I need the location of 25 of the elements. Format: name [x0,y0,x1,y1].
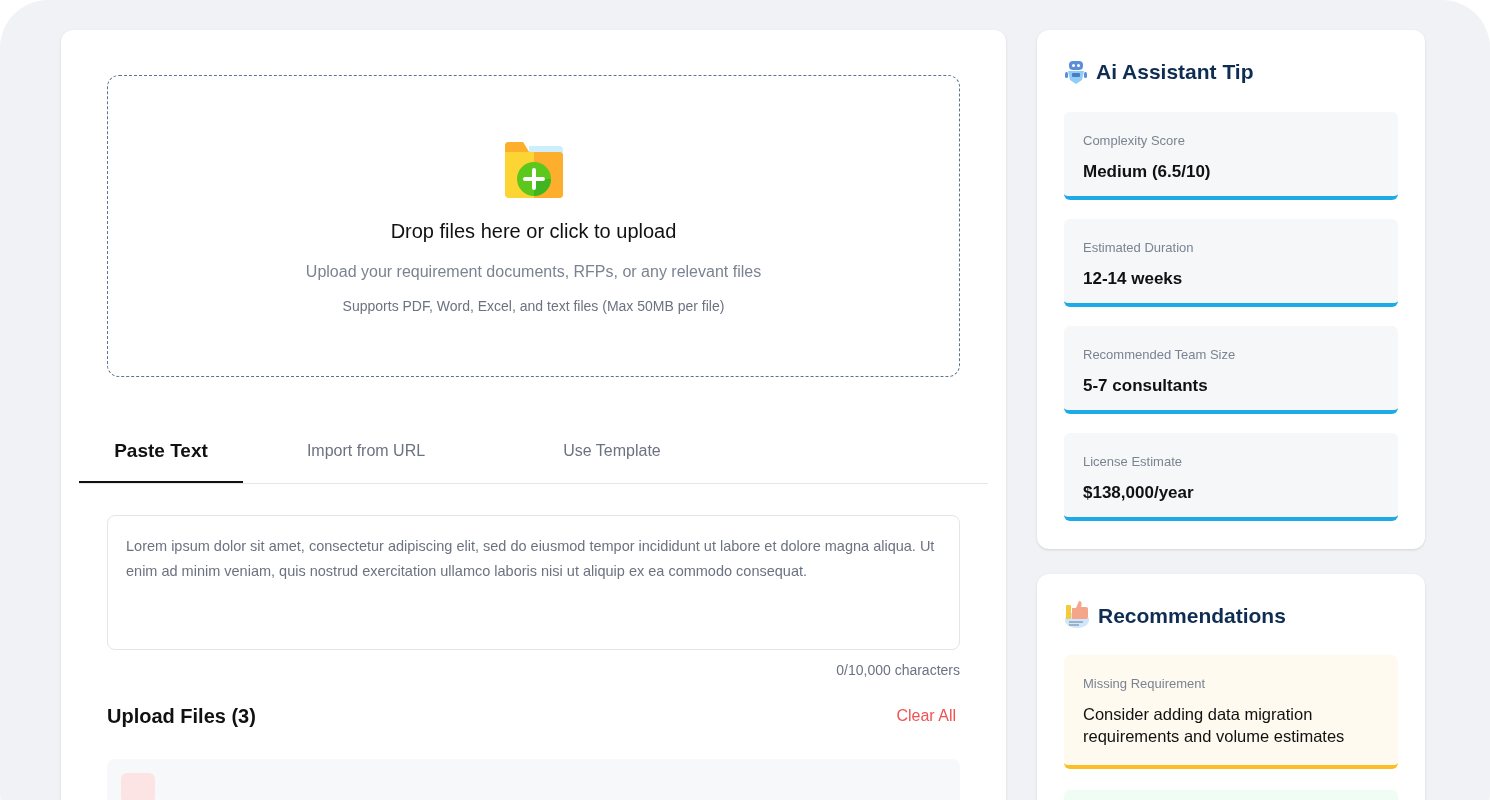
robot-icon [1064,58,1088,85]
dropzone-hint: Supports PDF, Word, Excel, and text files (Max 50MB per file) [342,297,725,316]
tab[interactable]: Import from URL [243,437,489,483]
upload-dropzone[interactable]: Drop files here or click to upload Upload your requirement documents, RFPs, or any relevant files Supports PDF, Word, Excel, and text files (Max 50MB per file) [107,75,960,377]
metric-value: Medium (6.5/10) [1083,161,1212,183]
card-title: Recommendations [1098,602,1286,629]
character-counter: 0/10,000 characters [836,661,960,680]
tab[interactable]: Use Template [489,437,735,483]
dropzone-subtitle: Upload your requirement documents, RFPs, or any relevant files [305,262,762,282]
metric-value: $138,000/year [1083,482,1195,504]
recommendation-label: Missing Requirement [1083,675,1207,693]
dropzone-title: Drop files here or click to upload [390,219,677,244]
metric-label: Estimated Duration [1083,238,1195,257]
recommendation-text: Consider adding data migration requirements and volume estimates [1083,703,1346,747]
metric-label: Recommended Team Size [1083,345,1237,364]
metric-label: Complexity Score [1083,131,1186,150]
thumbs-up-icon [1064,600,1090,631]
card-title: Ai Assistant Tip [1096,59,1254,85]
metric-value: 5-7 consultants [1083,375,1209,397]
tab[interactable]: Paste Text [79,437,243,483]
metric-value: 12-14 weeks [1083,268,1184,290]
metric-label: License Estimate [1083,452,1183,471]
text-input[interactable]: Lorem ipsum dolor sit amet, consectetur adipiscing elit, sed do eiusmod tempor incididunt ut labore et dolore magna aliqua. Ut enim ad minim veniam, quis nostrud exercitation ullamco laboris nisi ut aliquip ex ea commodo consequat. [107,515,960,650]
section-title: Upload Files (3) [107,704,256,729]
clear-all-link[interactable]: Clear All [896,704,960,728]
